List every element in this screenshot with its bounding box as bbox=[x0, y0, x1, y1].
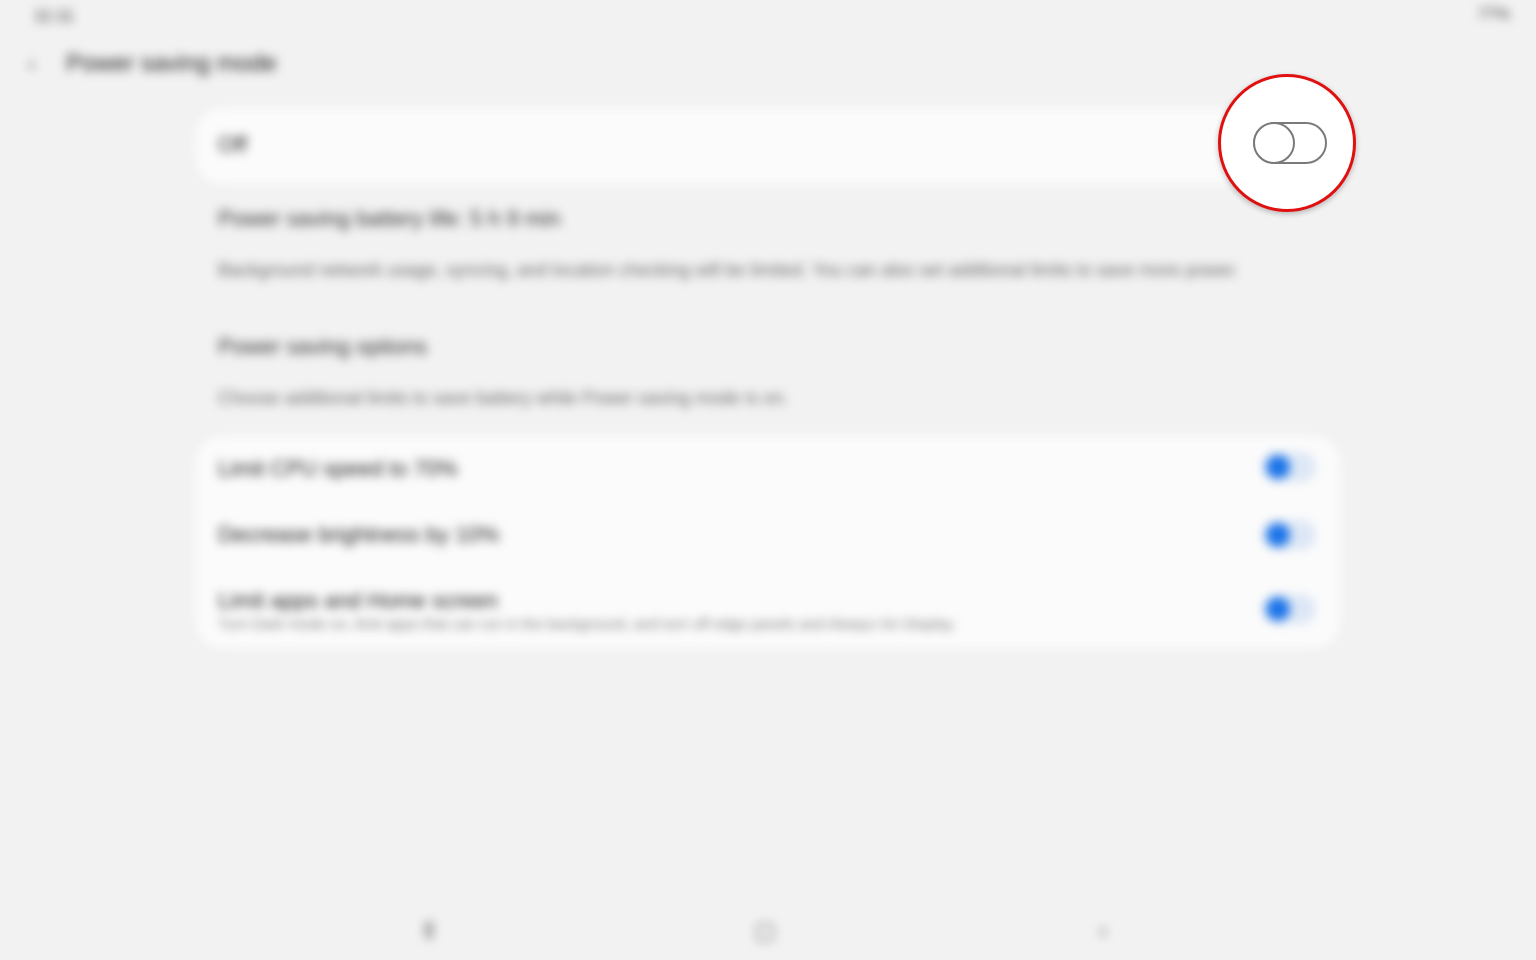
limit-apps-toggle[interactable] bbox=[1262, 594, 1316, 624]
options-card: Limit CPU speed to 70% Decrease brightne… bbox=[196, 436, 1340, 648]
navigation-bar: ⦀ ▢ ‹ bbox=[0, 900, 1536, 960]
battery-life-title: Power saving battery life: 5 h 9 min bbox=[218, 206, 561, 231]
option-subtitle: Turn Dark mode on, limit apps that can r… bbox=[218, 616, 956, 633]
status-bar: 11:11 77% bbox=[0, 0, 1536, 30]
battery-life-description: Background network usage, syncing, and l… bbox=[218, 260, 1239, 280]
option-label: Limit apps and Home screen bbox=[218, 588, 499, 613]
option-label: Limit CPU speed to 70% bbox=[218, 456, 458, 481]
back-icon[interactable]: ‹ bbox=[1090, 918, 1116, 944]
cpu-toggle[interactable] bbox=[1262, 452, 1316, 482]
option-row-limit-apps[interactable]: Limit apps and Home screen Turn Dark mod… bbox=[196, 576, 1340, 646]
toggle-knob bbox=[1253, 122, 1295, 164]
options-section-title: Power saving options bbox=[218, 334, 428, 359]
power-saving-toggle[interactable] bbox=[1253, 122, 1327, 164]
page-title: Power saving mode bbox=[66, 50, 277, 77]
main-switch-label: Off bbox=[218, 132, 247, 157]
option-label: Decrease brightness by 10% bbox=[218, 522, 500, 547]
toggle-knob bbox=[1266, 597, 1290, 621]
home-icon[interactable]: ▢ bbox=[752, 918, 778, 944]
options-section-description: Choose additional limits to save battery… bbox=[218, 388, 789, 408]
toggle-knob bbox=[1266, 523, 1290, 547]
status-indicators: 77% bbox=[1477, 6, 1510, 23]
option-row-cpu[interactable]: Limit CPU speed to 70% bbox=[196, 436, 1340, 502]
recents-icon[interactable]: ⦀ bbox=[416, 918, 442, 944]
option-row-brightness[interactable]: Decrease brightness by 10% bbox=[196, 502, 1340, 568]
toggle-knob bbox=[1266, 455, 1290, 479]
status-time: 11:11 bbox=[34, 6, 75, 25]
back-arrow-icon[interactable]: ‹ bbox=[28, 52, 48, 76]
brightness-toggle[interactable] bbox=[1262, 520, 1316, 550]
main-switch-card[interactable]: Off bbox=[196, 108, 1340, 184]
